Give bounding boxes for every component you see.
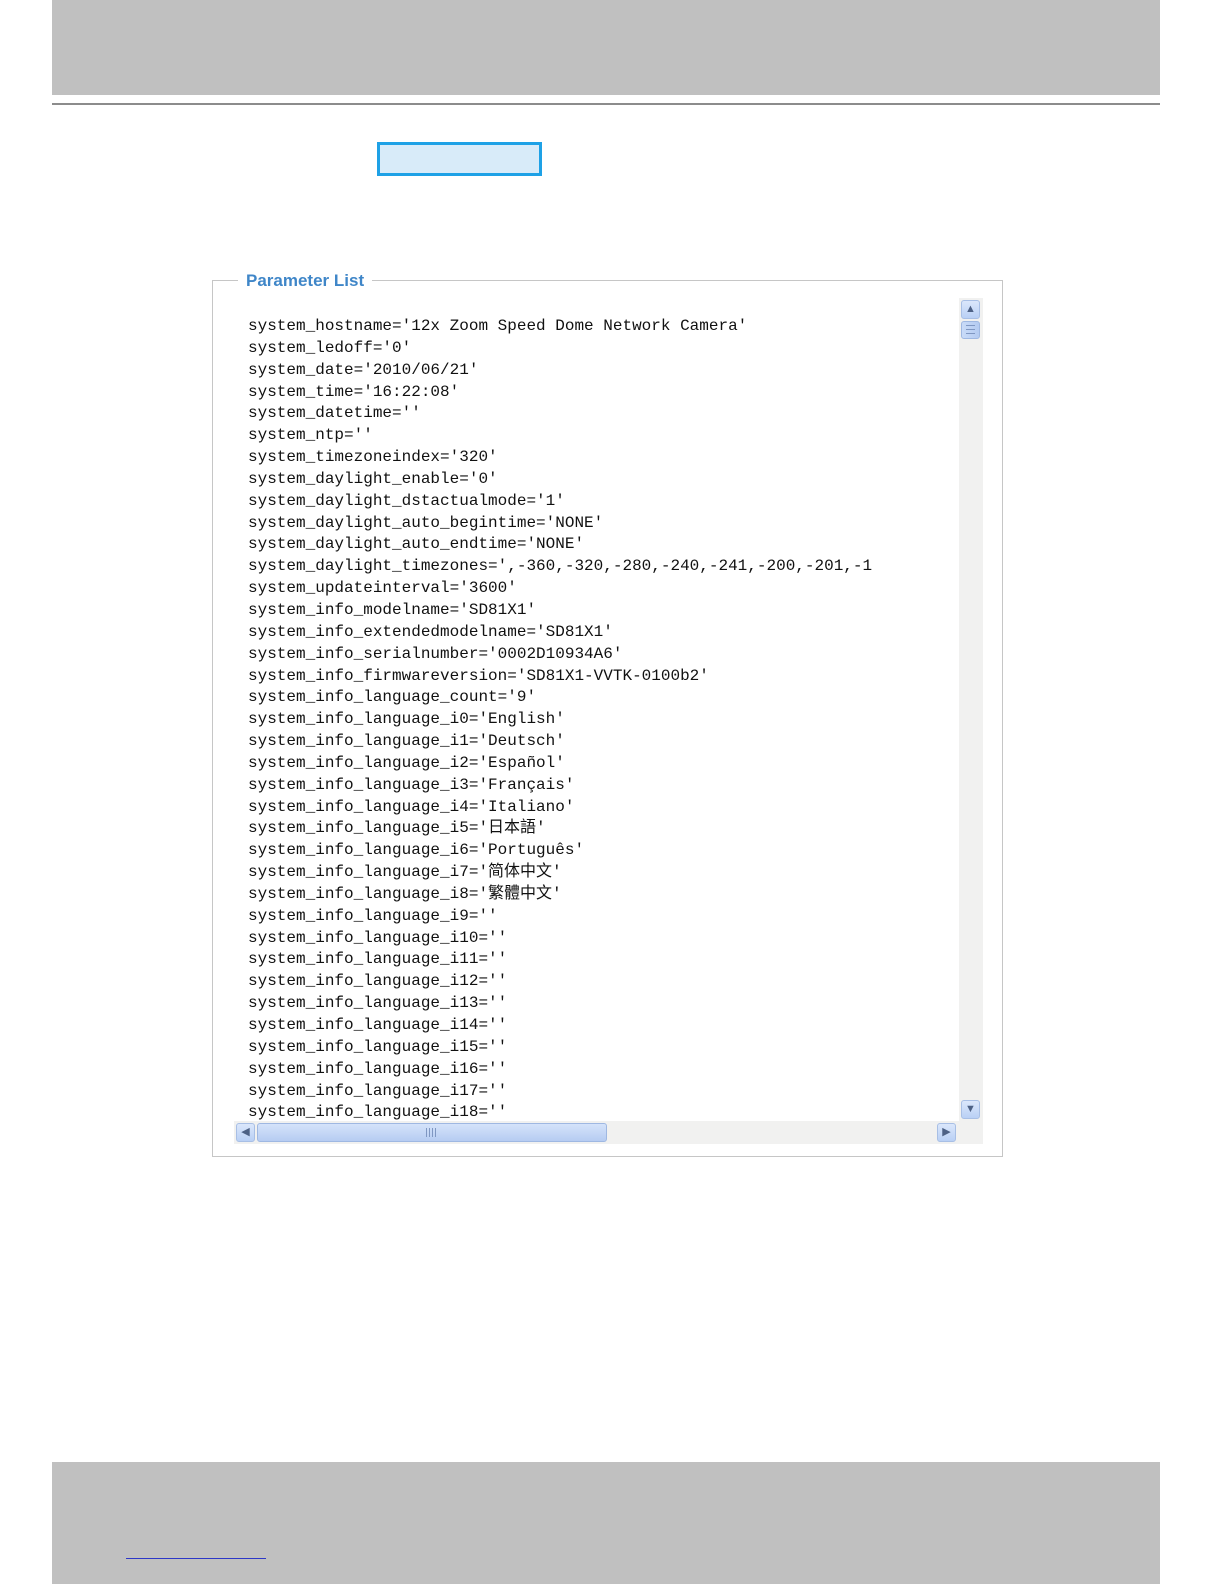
scroll-down-icon[interactable]: ▼ [961, 1100, 980, 1119]
parameter-line: system_info_language_i17='' [248, 1081, 508, 1100]
parameter-list-legend: Parameter List [238, 270, 373, 292]
horizontal-scroll-thumb[interactable] [257, 1123, 607, 1142]
page-footer-band [52, 1462, 1160, 1584]
parameter-line: system_datetime='' [248, 404, 421, 423]
parameter-line: system_info_language_i8='繁體中文' [248, 884, 562, 903]
parameter-line: system_info_language_i6='Português' [248, 841, 585, 860]
parameter-line: system_info_language_i15='' [248, 1037, 508, 1056]
parameter-line: system_timezoneindex='320' [248, 448, 498, 467]
parameter-line: system_info_language_i2='Español' [248, 753, 565, 772]
parameter-line: system_info_language_i12='' [248, 972, 508, 991]
parameter-line: system_info_language_i16='' [248, 1059, 508, 1078]
parameter-lines: system_hostname='12x Zoom Speed Dome Net… [234, 298, 959, 1121]
highlight-button[interactable] [377, 142, 542, 176]
header-divider [52, 103, 1160, 105]
parameter-line: system_daylight_auto_begintime='NONE' [248, 513, 604, 532]
horizontal-scrollbar[interactable]: ◀ ▶ [234, 1121, 959, 1144]
footer-link-underline[interactable] [126, 1558, 266, 1559]
parameter-line: system_info_language_i10='' [248, 928, 508, 947]
parameter-line: system_hostname='12x Zoom Speed Dome Net… [248, 317, 748, 335]
scroll-left-icon[interactable]: ◀ [236, 1123, 255, 1142]
scroll-right-icon[interactable]: ▶ [937, 1123, 956, 1142]
parameter-line: system_info_language_i14='' [248, 1016, 508, 1034]
parameter-line: system_info_modelname='SD81X1' [248, 600, 537, 619]
parameter-line: system_info_language_i0='English' [248, 710, 565, 729]
parameter-list-textarea[interactable]: system_hostname='12x Zoom Speed Dome Net… [234, 298, 959, 1121]
parameter-line: system_info_language_i5='日本語' [248, 819, 546, 838]
parameter-line: system_info_language_i13='' [248, 994, 508, 1013]
parameter-line: system_date='2010/06/21' [248, 360, 479, 379]
vertical-scroll-thumb[interactable] [961, 321, 980, 339]
parameter-line: system_ntp='' [248, 426, 373, 445]
parameter-line: system_daylight_timezones=',-360,-320,-2… [248, 557, 873, 576]
parameter-line: system_ledoff='0' [248, 338, 412, 357]
scrollbar-corner [959, 1121, 983, 1144]
parameter-line: system_info_language_i18='' [248, 1103, 508, 1121]
parameter-line: system_info_language_i4='Italiano' [248, 797, 575, 816]
parameter-line: system_info_language_count='9' [248, 688, 537, 707]
parameter-line: system_daylight_enable='0' [248, 469, 498, 488]
scroll-up-icon[interactable]: ▲ [961, 300, 980, 319]
parameter-line: system_info_language_i9='' [248, 906, 498, 925]
parameter-line: system_info_language_i7='简体中文' [248, 863, 562, 882]
parameter-line: system_info_extendedmodelname='SD81X1' [248, 622, 613, 641]
parameter-line: system_info_serialnumber='0002D10934A6' [248, 644, 623, 663]
parameter-line: system_info_firmwareversion='SD81X1-VVTK… [248, 666, 709, 685]
parameter-line: system_updateinterval='3600' [248, 579, 517, 598]
parameter-line: system_info_language_i3='Français' [248, 775, 575, 794]
parameter-line: system_time='16:22:08' [248, 382, 460, 401]
parameter-line: system_info_language_i11='' [248, 950, 508, 969]
parameter-line: system_info_language_i1='Deutsch' [248, 732, 565, 751]
page-header-band [52, 0, 1160, 95]
parameter-line: system_daylight_dstactualmode='1' [248, 491, 565, 510]
vertical-scrollbar[interactable]: ▲ ▼ [959, 298, 983, 1121]
parameter-line: system_daylight_auto_endtime='NONE' [248, 535, 585, 554]
